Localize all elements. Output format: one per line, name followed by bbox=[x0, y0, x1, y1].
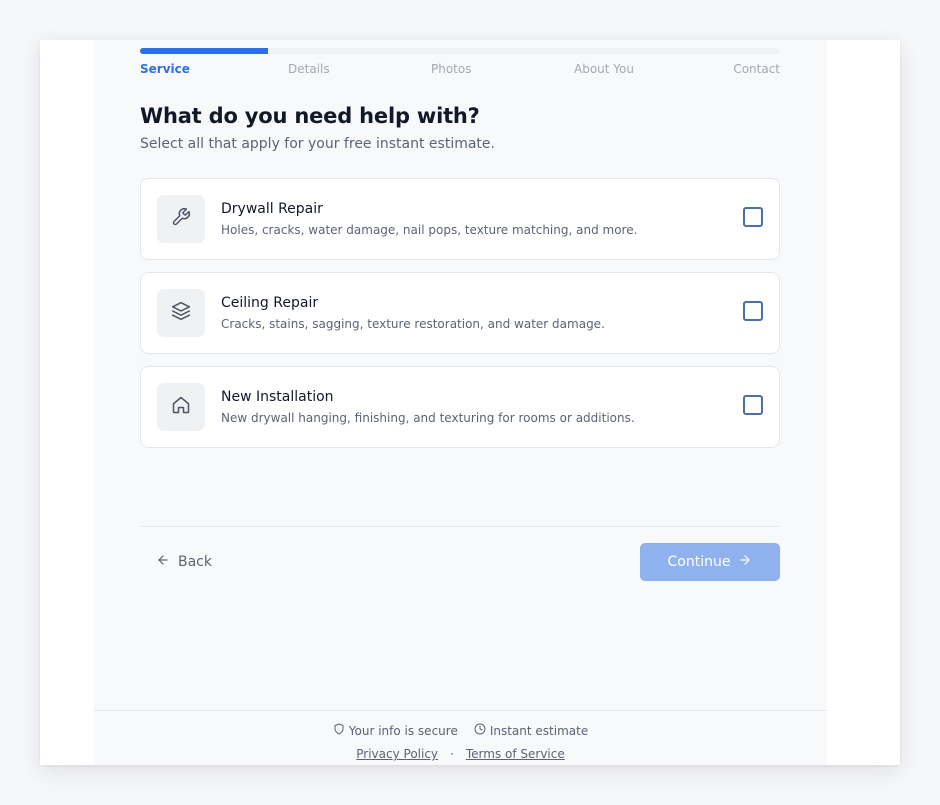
home-icon bbox=[171, 395, 191, 419]
service-description: Holes, cracks, water damage, nail pops, … bbox=[221, 223, 638, 237]
service-icon-box bbox=[157, 383, 205, 431]
page-surface: Service Details Photos About You Contact… bbox=[45, 40, 875, 765]
form-divider bbox=[140, 526, 780, 527]
service-option-new-installation[interactable]: New Installation New drywall hanging, fi… bbox=[140, 366, 780, 448]
step-contact: Contact bbox=[733, 62, 780, 76]
shield-icon bbox=[333, 723, 345, 738]
footer-links: Privacy Policy · Terms of Service bbox=[94, 747, 827, 761]
service-option-ceiling-repair[interactable]: Ceiling Repair Cracks, stains, sagging, … bbox=[140, 272, 780, 354]
back-button[interactable]: Back bbox=[156, 550, 212, 574]
instant-badge: Instant estimate bbox=[474, 723, 588, 738]
step-about-you: About You bbox=[574, 62, 634, 76]
back-button-label: Back bbox=[178, 554, 212, 570]
wrench-icon bbox=[171, 207, 191, 231]
clock-icon bbox=[474, 723, 486, 738]
service-icon-box bbox=[157, 195, 205, 243]
continue-button-label: Continue bbox=[667, 554, 731, 570]
estimate-form-panel: Service Details Photos About You Contact… bbox=[94, 40, 827, 765]
progress-bar bbox=[140, 48, 780, 54]
privacy-policy-link[interactable]: Privacy Policy bbox=[356, 747, 438, 761]
app-window: Service Details Photos About You Contact… bbox=[40, 40, 900, 765]
arrow-left-icon bbox=[156, 553, 170, 571]
terms-of-service-link[interactable]: Terms of Service bbox=[466, 747, 565, 761]
service-title: New Installation bbox=[221, 389, 334, 405]
service-description: Cracks, stains, sagging, texture restora… bbox=[221, 317, 605, 331]
secure-text: Your info is secure bbox=[348, 723, 458, 738]
step-details: Details bbox=[288, 62, 330, 76]
page-subtitle: Select all that apply for your free inst… bbox=[140, 136, 495, 152]
progress-steps: Service Details Photos About You Contact bbox=[140, 62, 780, 78]
trust-badges: Your info is secure Instant estimate bbox=[94, 723, 827, 738]
footer-separator: · bbox=[450, 747, 454, 761]
step-service: Service bbox=[140, 62, 190, 76]
service-title: Drywall Repair bbox=[221, 201, 323, 217]
layers-icon bbox=[171, 301, 191, 325]
step-photos: Photos bbox=[431, 62, 472, 76]
service-option-drywall-repair[interactable]: Drywall Repair Holes, cracks, water dama… bbox=[140, 178, 780, 260]
secure-badge: Your info is secure bbox=[333, 723, 458, 738]
service-checkbox-new-installation[interactable] bbox=[743, 395, 763, 415]
service-icon-box bbox=[157, 289, 205, 337]
page-title: What do you need help with? bbox=[140, 104, 480, 128]
service-checkbox-drywall-repair[interactable] bbox=[743, 207, 763, 227]
continue-button[interactable]: Continue bbox=[640, 543, 780, 581]
footer-divider bbox=[94, 710, 827, 711]
service-checkbox-ceiling-repair[interactable] bbox=[743, 301, 763, 321]
progress-bar-fill bbox=[140, 48, 268, 54]
service-title: Ceiling Repair bbox=[221, 295, 319, 311]
service-description: New drywall hanging, finishing, and text… bbox=[221, 411, 635, 425]
arrow-right-icon bbox=[738, 553, 752, 571]
instant-text: Instant estimate bbox=[489, 723, 589, 738]
